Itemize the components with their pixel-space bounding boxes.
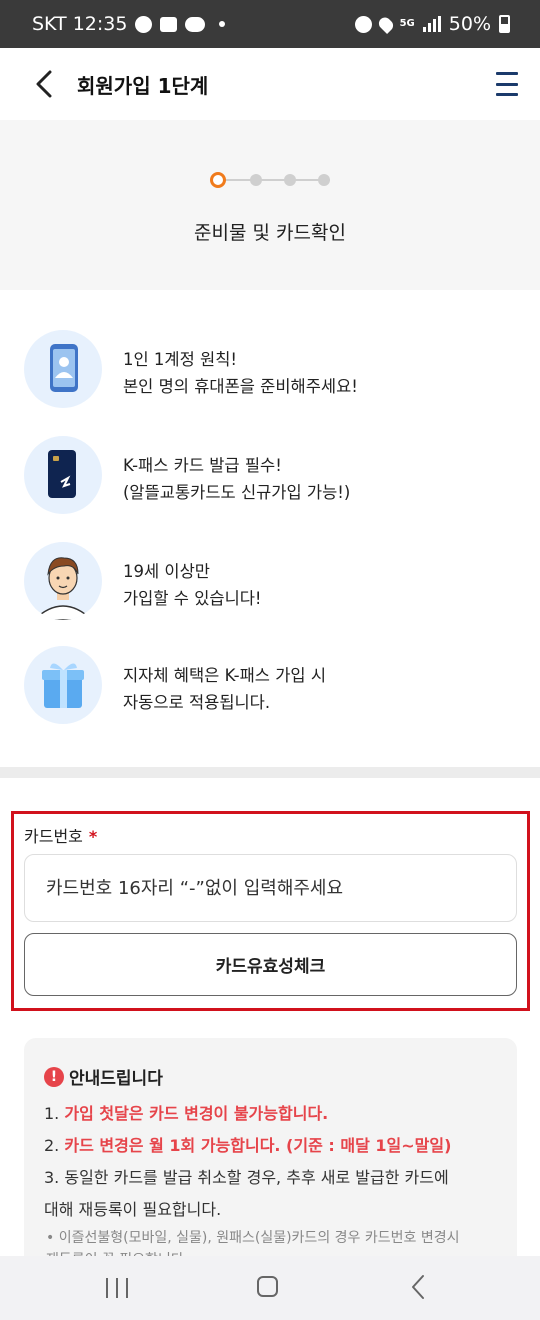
signal-icon	[422, 16, 441, 32]
card-number-input[interactable]	[24, 854, 517, 922]
notice-item-1: 1. 가입 첫달은 카드 변경이 불가능합니다.	[44, 1100, 328, 1124]
card-icon	[24, 436, 102, 514]
moon-icon	[135, 15, 153, 33]
requirement-item-age: 19세 이상만 가입할 수 있습니다!	[24, 542, 524, 622]
recent-apps-icon[interactable]	[106, 1278, 128, 1298]
notice-sub-line1: • 이즐선불형(모바일, 실물), 원패스(실물)카드의 경우 카드번호 변경시	[46, 1230, 460, 1246]
step-progress	[210, 172, 332, 188]
section-divider	[0, 767, 540, 778]
step-dot-1	[210, 172, 226, 188]
phone-icon	[24, 330, 102, 408]
talk-icon	[185, 16, 206, 32]
notice-box: ! 안내드립니다 1. 가입 첫달은 카드 변경이 불가능합니다. 2. 카드 …	[24, 1038, 517, 1278]
person-icon	[24, 542, 102, 620]
notice-item-text: 카드 변경은 월 1회 가능합니다. (기준 : 매달 1일~말일)	[64, 1136, 452, 1155]
battery-icon	[499, 15, 510, 33]
system-nav-bar	[0, 1256, 540, 1320]
more-notifications-dot	[219, 21, 226, 27]
requirement-line: 본인 명의 휴대폰을 준비해주세요!	[123, 377, 358, 396]
gallery-icon	[160, 16, 178, 32]
notice-item-number: 1.	[44, 1104, 60, 1123]
notice-item-text: 가입 첫달은 카드 변경이 불가능합니다.	[64, 1104, 329, 1123]
gift-icon	[24, 646, 102, 724]
card-number-label-text: 카드번호	[24, 827, 83, 846]
notice-item-2: 2. 카드 변경은 월 1회 가능합니다. (기준 : 매달 1일~말일)	[44, 1132, 451, 1156]
requirement-line: 19세 이상만	[123, 562, 210, 581]
required-mark: *	[88, 827, 98, 846]
requirement-item-card: K-패스 카드 발급 필수! (알뜰교통카드도 신규가입 가능!)	[24, 436, 524, 516]
notice-item-3-line1: 3. 동일한 카드를 발급 취소할 경우, 추후 새로 발급한 카드에	[44, 1168, 449, 1187]
step-line	[218, 179, 330, 181]
notice-title-text: 안내드립니다	[69, 1069, 163, 1089]
app-header: 회원가입 1단계	[0, 48, 540, 120]
notice-item-number: 2.	[44, 1136, 60, 1155]
requirement-line: 1인 1계정 원칙!	[123, 350, 237, 369]
alarm-icon	[354, 15, 372, 33]
card-validity-check-button[interactable]: 카드유효성체크	[24, 933, 517, 996]
location-icon	[376, 14, 396, 34]
step-dot-3	[284, 174, 296, 186]
page-title: 회원가입 1단계	[77, 74, 209, 98]
step-label: 준비물 및 카드확인	[194, 222, 346, 244]
requirement-line: 자동으로 적용됩니다.	[123, 693, 271, 712]
step-dot-2	[250, 174, 262, 186]
back-icon[interactable]	[32, 70, 56, 98]
nav-back-icon[interactable]	[410, 1274, 426, 1300]
requirement-line: (알뜰교통카드도 신규가입 가능!)	[123, 483, 351, 502]
notice-item-3-line2: 대해 재등록이 필요합니다.	[44, 1200, 222, 1219]
carrier-time: SKT 12:35	[32, 13, 128, 35]
status-bar: SKT 12:35 5G 50%	[0, 0, 540, 48]
requirement-line: K-패스 카드 발급 필수!	[123, 456, 282, 475]
requirement-line: 지자체 혜택은 K-패스 가입 시	[123, 666, 327, 685]
card-number-label: 카드번호 *	[24, 823, 97, 847]
battery-percent: 50%	[448, 13, 491, 35]
menu-icon[interactable]	[496, 72, 518, 96]
requirement-line: 가입할 수 있습니다!	[123, 589, 262, 608]
step-indicator-section: 준비물 및 카드확인	[0, 120, 540, 290]
network-type: 5G	[399, 18, 415, 29]
home-icon[interactable]	[257, 1276, 278, 1297]
warning-icon: !	[44, 1066, 64, 1087]
requirement-item-gift: 지자체 혜택은 K-패스 가입 시 자동으로 적용됩니다.	[24, 646, 524, 726]
requirement-item-phone: 1인 1계정 원칙! 본인 명의 휴대폰을 준비해주세요!	[24, 330, 524, 410]
notice-title: ! 안내드립니다	[44, 1064, 163, 1089]
step-dot-4	[318, 174, 330, 186]
